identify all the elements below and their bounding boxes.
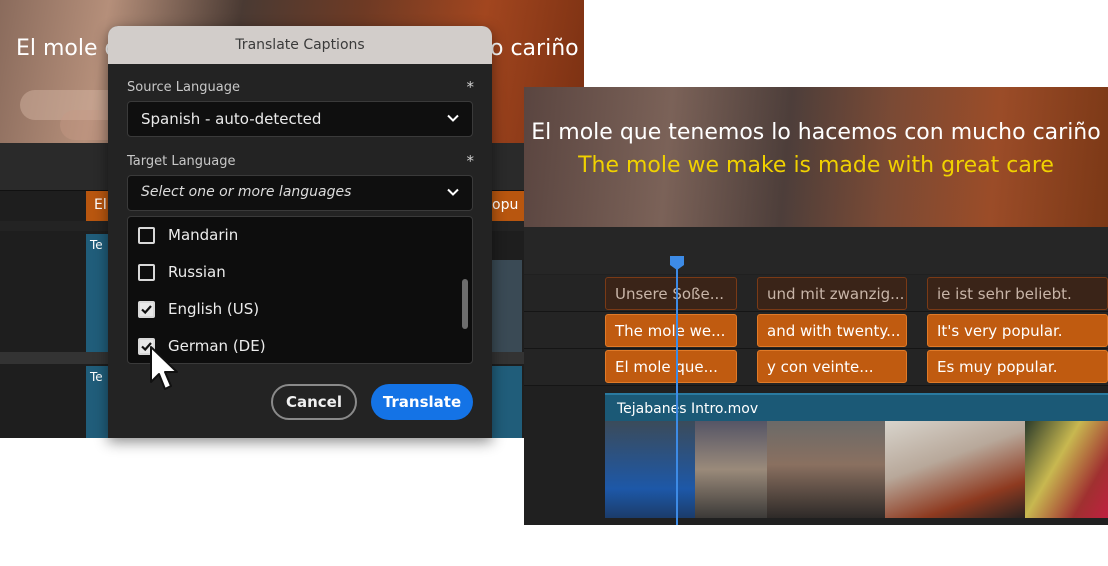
clip-thumbnail — [695, 421, 767, 518]
caption-chip[interactable]: Unsere Soße... — [605, 277, 737, 310]
video-clip[interactable]: Te — [86, 366, 108, 438]
playhead-handle-icon[interactable] — [669, 255, 685, 271]
required-marker: * — [466, 78, 475, 96]
caption-chip[interactable]: The mole we... — [605, 314, 737, 347]
language-option-label: Mandarin — [168, 226, 239, 244]
source-language-value: Spanish - auto-detected — [141, 110, 322, 128]
caption-chip[interactable]: opu — [488, 191, 528, 221]
language-option-mandarin[interactable]: Mandarin — [128, 217, 458, 254]
preview-caption-original: El mole que tenemos lo hacemos con mucho… — [531, 120, 1101, 145]
language-option-label: German (DE) — [168, 337, 266, 355]
clip-thumbnail — [767, 421, 885, 518]
clip-label: Te — [90, 370, 103, 384]
language-option-english-us[interactable]: English (US) — [128, 291, 458, 328]
target-language-select[interactable]: Select one or more languages — [127, 175, 473, 211]
caption-chip[interactable]: Es muy popular. — [927, 350, 1108, 383]
language-option-label: English (US) — [168, 300, 260, 318]
audio-clip[interactable] — [488, 366, 522, 438]
cancel-button[interactable]: Cancel — [271, 384, 357, 420]
caption-chip[interactable]: El mole que... — [605, 350, 737, 383]
checkmark-icon — [141, 305, 152, 315]
clip-thumbnail — [885, 421, 1025, 518]
source-language-select[interactable]: Spanish - auto-detected — [127, 101, 473, 137]
chevron-down-icon — [447, 114, 459, 122]
target-language-placeholder: Select one or more languages — [141, 184, 352, 200]
target-language-label: Target Language — [127, 154, 236, 169]
language-option-russian[interactable]: Russian — [128, 254, 458, 291]
chevron-down-icon — [447, 188, 459, 196]
video-clip[interactable] — [488, 260, 522, 352]
preview-caption-translated: The mole we make is made with great care — [578, 153, 1054, 178]
playhead-line[interactable] — [676, 263, 678, 525]
language-list[interactable]: Mandarin Russian English (US) German (DE… — [127, 216, 473, 364]
clip-thumbnail — [1025, 421, 1108, 518]
caption-chip[interactable]: and with twenty... — [757, 314, 907, 347]
timeline-ruler[interactable] — [524, 227, 1108, 274]
clip-thumbnail — [605, 421, 695, 518]
dialog-title: Translate Captions — [108, 26, 492, 64]
language-option-label: Russian — [168, 263, 226, 281]
preview-caption-partial-right: o cariño — [490, 36, 579, 61]
checkbox[interactable] — [138, 227, 155, 244]
translate-button[interactable]: Translate — [371, 384, 473, 420]
mouse-pointer-icon — [150, 346, 178, 390]
source-language-label: Source Language — [127, 80, 240, 95]
caption-chip[interactable]: El — [86, 191, 108, 221]
caption-chip[interactable]: It's very popular. — [927, 314, 1108, 347]
video-clip[interactable]: Te — [86, 234, 108, 352]
video-clip[interactable]: Tejabanes Intro.mov — [605, 393, 1108, 518]
list-scrollbar[interactable] — [462, 279, 468, 329]
preview-caption-partial-left: El mole q — [16, 36, 119, 61]
caption-chip[interactable]: ie ist sehr beliebt. — [927, 277, 1108, 310]
required-marker: * — [466, 152, 475, 170]
clip-label: Te — [90, 238, 103, 252]
checkbox-checked[interactable] — [138, 301, 155, 318]
caption-timeline-panel: El mole que tenemos lo hacemos con mucho… — [524, 87, 1108, 525]
checkbox[interactable] — [138, 264, 155, 281]
caption-chip[interactable]: und mit zwanzig... — [757, 277, 907, 310]
caption-chip[interactable]: y con veinte... — [757, 350, 907, 383]
clip-name: Tejabanes Intro.mov — [617, 401, 759, 417]
